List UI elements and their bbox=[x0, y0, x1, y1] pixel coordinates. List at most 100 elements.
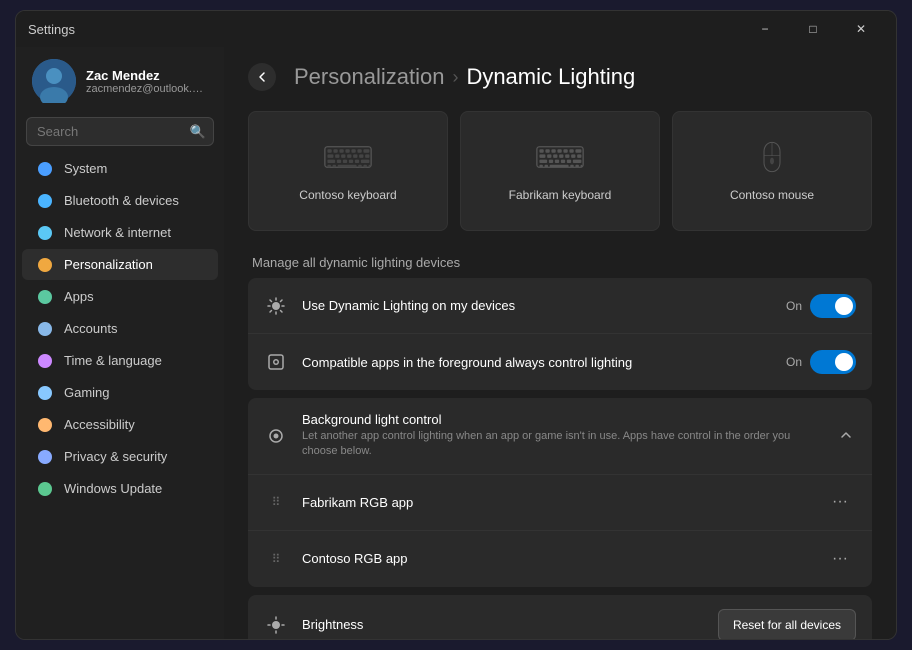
drag-handle-fabrikam-icon: ⠿ bbox=[264, 490, 288, 514]
network-dot-icon bbox=[38, 226, 52, 240]
device-card-fabrikam-keyboard[interactable]: Fabrikam keyboard bbox=[460, 111, 660, 231]
background-light-title: Background light control bbox=[302, 412, 822, 427]
setting-use-dynamic-lighting-title: Use Dynamic Lighting on my devices bbox=[302, 298, 772, 313]
search-icon: 🔍 bbox=[190, 124, 206, 140]
avatar bbox=[32, 59, 76, 103]
titlebar-left: Settings bbox=[28, 22, 75, 37]
contoso-keyboard-icon bbox=[324, 141, 372, 178]
sidebar-item-time[interactable]: Time & language bbox=[22, 345, 218, 376]
fabrikam-keyboard-icon bbox=[536, 141, 584, 178]
sidebar-item-system[interactable]: System bbox=[22, 153, 218, 184]
sidebar-item-apps[interactable]: Apps bbox=[22, 281, 218, 312]
contoso-rgb-action: ··· bbox=[824, 546, 856, 572]
app-row-contoso-rgb: ⠿ Contoso RGB app ··· bbox=[248, 531, 872, 587]
close-button[interactable]: ✕ bbox=[838, 13, 884, 45]
search-box: 🔍 bbox=[26, 117, 214, 146]
sidebar-item-network[interactable]: Network & internet bbox=[22, 217, 218, 248]
minimize-button[interactable]: − bbox=[742, 13, 788, 45]
time-dot-icon bbox=[38, 354, 52, 368]
user-profile[interactable]: Zac Mendez zacmendez@outlook.com bbox=[16, 47, 224, 111]
dynamic-lighting-icon bbox=[264, 294, 288, 318]
titlebar-title: Settings bbox=[28, 22, 75, 37]
gaming-dot-icon bbox=[38, 386, 52, 400]
contoso-rgb-content: Contoso RGB app bbox=[302, 551, 810, 566]
manage-section-header: Manage all dynamic lighting devices bbox=[248, 255, 872, 270]
sidebar-label-privacy: Privacy & security bbox=[64, 449, 167, 464]
accounts-dot-icon bbox=[38, 322, 52, 336]
device-card-contoso-mouse[interactable]: Contoso mouse bbox=[672, 111, 872, 231]
sidebar-label-network: Network & internet bbox=[64, 225, 171, 240]
accessibility-dot-icon bbox=[38, 418, 52, 432]
sidebar-label-bluetooth: Bluetooth & devices bbox=[64, 193, 179, 208]
background-light-content: Background light control Let another app… bbox=[302, 412, 822, 460]
contoso-mouse-label: Contoso mouse bbox=[730, 188, 814, 202]
user-name: Zac Mendez bbox=[86, 68, 208, 83]
sidebar-item-personalization[interactable]: Personalization bbox=[22, 249, 218, 280]
brightness-row: Brightness Reset for all devices bbox=[248, 595, 872, 639]
user-email: zacmendez@outlook.com bbox=[86, 83, 208, 95]
main-content: Personalization › Dynamic Lighting bbox=[224, 47, 896, 639]
breadcrumb-parent[interactable]: Personalization bbox=[294, 64, 444, 90]
setting-use-dynamic-lighting-content: Use Dynamic Lighting on my devices bbox=[302, 298, 772, 313]
device-card-contoso-keyboard[interactable]: Contoso keyboard bbox=[248, 111, 448, 231]
background-light-expand-button[interactable] bbox=[836, 424, 856, 448]
brightness-action: Reset for all devices bbox=[718, 609, 856, 639]
main-layout: Zac Mendez zacmendez@outlook.com 🔍 Syste… bbox=[16, 47, 896, 639]
sidebar-item-gaming[interactable]: Gaming bbox=[22, 377, 218, 408]
sidebar-label-gaming: Gaming bbox=[64, 385, 110, 400]
fabrikam-rgb-more-button[interactable]: ··· bbox=[824, 489, 856, 515]
sidebar-label-update-text: Windows Update bbox=[64, 481, 162, 496]
sidebar-item-accounts[interactable]: Accounts bbox=[22, 313, 218, 344]
breadcrumb-current: Dynamic Lighting bbox=[466, 64, 635, 90]
brightness-title: Brightness bbox=[302, 617, 704, 632]
search-input[interactable] bbox=[26, 117, 214, 146]
apps-dot-icon bbox=[38, 290, 52, 304]
fabrikam-rgb-content: Fabrikam RGB app bbox=[302, 495, 810, 510]
sidebar-label-apps: Apps bbox=[64, 289, 94, 304]
sidebar-label-time: Time & language bbox=[64, 353, 162, 368]
compatible-apps-icon bbox=[264, 350, 288, 374]
sidebar-item-update[interactable]: Manage all dynamic lighting devices Wind… bbox=[22, 473, 218, 504]
contoso-mouse-icon bbox=[748, 141, 796, 178]
contoso-rgb-label: Contoso RGB app bbox=[302, 551, 810, 566]
bg-light-app-list: ⠿ Fabrikam RGB app ··· ⠿ Contoso RGB app bbox=[248, 475, 872, 587]
device-cards: Contoso keyboard bbox=[248, 111, 872, 231]
contoso-keyboard-label: Contoso keyboard bbox=[299, 188, 396, 202]
compatible-apps-toggle[interactable] bbox=[810, 350, 856, 374]
use-dynamic-lighting-toggle[interactable] bbox=[810, 294, 856, 318]
background-light-header[interactable]: Background light control Let another app… bbox=[248, 398, 872, 475]
sidebar-label-personalization: Personalization bbox=[64, 257, 153, 272]
sidebar-item-accessibility[interactable]: Accessibility bbox=[22, 409, 218, 440]
settings-list: Use Dynamic Lighting on my devices On bbox=[248, 278, 872, 390]
setting-compatible-apps-action: On bbox=[786, 350, 856, 374]
sidebar-item-privacy[interactable]: Privacy & security bbox=[22, 441, 218, 472]
setting-row-use-dynamic-lighting: Use Dynamic Lighting on my devices On bbox=[248, 278, 872, 334]
sidebar-item-bluetooth[interactable]: Bluetooth & devices bbox=[22, 185, 218, 216]
contoso-rgb-more-button[interactable]: ··· bbox=[824, 546, 856, 572]
sidebar-label-accessibility: Accessibility bbox=[64, 417, 135, 432]
setting-use-dynamic-lighting-action: On bbox=[786, 294, 856, 318]
sidebar: Zac Mendez zacmendez@outlook.com 🔍 Syste… bbox=[16, 47, 224, 639]
titlebar-controls: − □ ✕ bbox=[742, 13, 884, 45]
compatible-apps-status: On bbox=[786, 355, 802, 369]
setting-row-compatible-apps: Compatible apps in the foreground always… bbox=[248, 334, 872, 390]
settings-window: Settings − □ ✕ Zac Men bbox=[15, 10, 897, 640]
breadcrumb: Personalization › Dynamic Lighting bbox=[248, 63, 872, 91]
maximize-button[interactable]: □ bbox=[790, 13, 836, 45]
use-dynamic-lighting-status: On bbox=[786, 299, 802, 313]
background-light-icon bbox=[264, 424, 288, 448]
fabrikam-rgb-action: ··· bbox=[824, 489, 856, 515]
bluetooth-dot-icon bbox=[38, 194, 52, 208]
app-row-fabrikam-rgb: ⠿ Fabrikam RGB app ··· bbox=[248, 475, 872, 531]
back-button[interactable] bbox=[248, 63, 276, 91]
sidebar-nav: System Bluetooth & devices Network & int… bbox=[16, 152, 224, 505]
brightness-icon bbox=[264, 613, 288, 637]
background-light-desc: Let another app control lighting when an… bbox=[302, 429, 822, 460]
update-dot-icon bbox=[38, 482, 52, 496]
brightness-content: Brightness bbox=[302, 617, 704, 632]
system-dot-icon bbox=[38, 162, 52, 176]
setting-compatible-apps-title: Compatible apps in the foreground always… bbox=[302, 355, 772, 370]
fabrikam-keyboard-label: Fabrikam keyboard bbox=[509, 188, 612, 202]
brightness-row-container: Brightness Reset for all devices bbox=[248, 595, 872, 639]
brightness-reset-button[interactable]: Reset for all devices bbox=[718, 609, 856, 639]
